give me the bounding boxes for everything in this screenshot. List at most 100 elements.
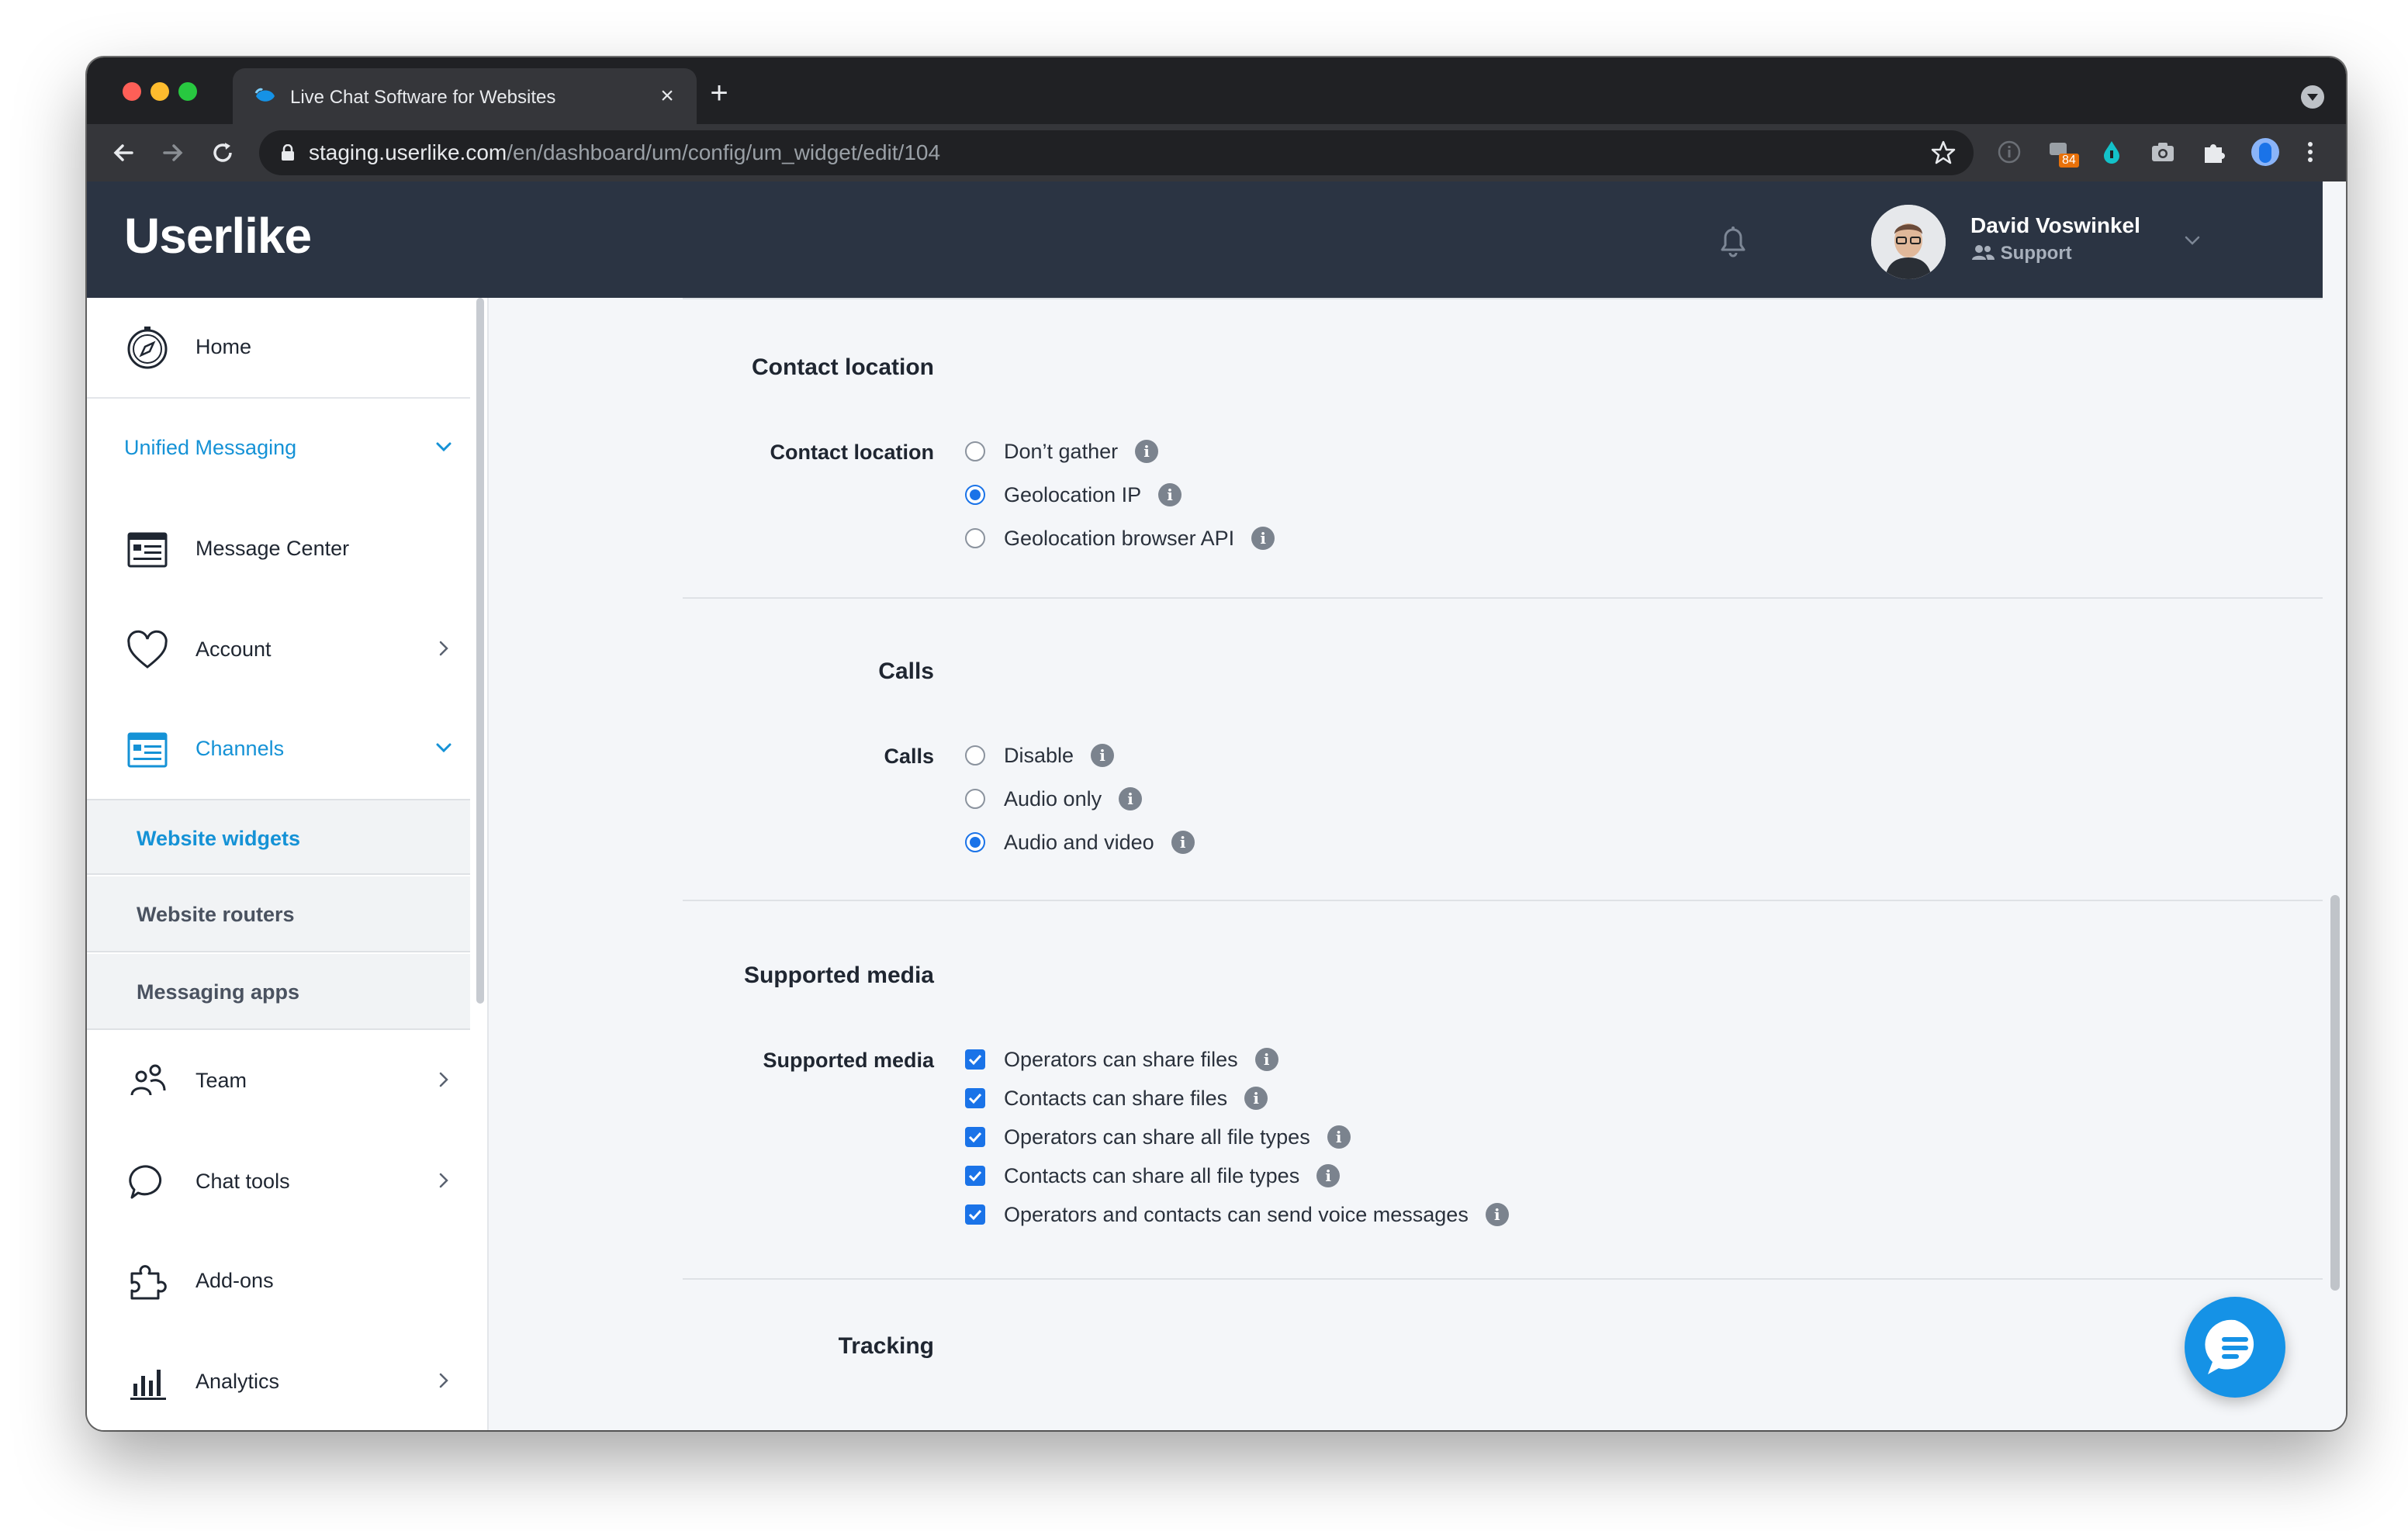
counter-extension-icon[interactable]: 84 <box>2046 138 2079 168</box>
sidebar-item-team[interactable]: Team <box>87 1032 470 1131</box>
user-menu-chevron-icon[interactable] <box>2181 230 2203 251</box>
option-label: Don’t gather <box>1004 440 1119 463</box>
chat-launcher-button[interactable] <box>2185 1297 2285 1398</box>
radio-button[interactable] <box>965 832 985 852</box>
sidebar-subitem-website-widgets[interactable]: Website widgets <box>87 799 470 875</box>
chevron-right-icon <box>439 1072 448 1087</box>
compass-icon <box>127 327 168 369</box>
sidebar-item-message-center[interactable]: Message Center <box>87 499 470 599</box>
checkbox-voice-messages[interactable]: Operators and contacts can send voice me… <box>965 1199 1509 1230</box>
back-icon[interactable] <box>109 138 138 168</box>
info-icon[interactable]: i <box>1251 527 1275 550</box>
sidebar-item-account[interactable]: Account <box>87 600 470 700</box>
radio-button[interactable] <box>965 745 985 766</box>
bookmark-star-icon[interactable] <box>1930 140 1956 166</box>
checkbox-contacts-share-files[interactable]: Contacts can share files i <box>965 1083 1268 1114</box>
sidebar-subitem-label: Messaging apps <box>137 980 300 1004</box>
info-icon[interactable]: i <box>1171 831 1195 854</box>
checkbox-operators-share-files[interactable]: Operators can share files i <box>965 1044 1278 1075</box>
checkbox[interactable] <box>965 1166 985 1186</box>
checkbox[interactable] <box>965 1088 985 1108</box>
radio-geolocation-browser-api[interactable]: Geolocation browser API i <box>965 523 1275 554</box>
radio-calls-disable[interactable]: Disable i <box>965 740 1115 771</box>
sidebar-item-home[interactable]: Home <box>87 298 470 397</box>
team-icon <box>130 1064 166 1096</box>
forward-icon[interactable] <box>158 138 188 168</box>
info-icon[interactable]: i <box>1485 1203 1509 1226</box>
section-title: Tracking <box>838 1333 934 1359</box>
sidebar-subitem-website-routers[interactable]: Website routers <box>87 876 470 952</box>
sidebar-item-addons[interactable]: Add-ons <box>87 1232 470 1331</box>
tab-search-icon[interactable] <box>2301 85 2324 109</box>
info-extension-icon[interactable] <box>1995 138 2023 166</box>
user-avatar[interactable] <box>1871 205 1946 279</box>
puzzle-icon <box>130 1265 167 1300</box>
chat-launcher-icon <box>2205 1319 2254 1374</box>
chevron-down-icon <box>436 442 452 452</box>
sidebar-scrollbar[interactable] <box>470 298 489 1430</box>
sidebar-item-label: Home <box>195 335 252 358</box>
info-icon[interactable]: i <box>1135 440 1159 463</box>
browser-window: Live Chat Software for Websites × + stag… <box>87 57 2346 1430</box>
url-text: staging.userlike.com/en/dashboard/um/con… <box>309 140 941 164</box>
app-header: Userlike David Voswinkel Support <box>87 181 2323 298</box>
sidebar-section-unified-messaging[interactable]: Unified Messaging <box>87 399 470 498</box>
info-icon[interactable]: i <box>1327 1125 1351 1149</box>
checkbox[interactable] <box>965 1049 985 1070</box>
reload-icon[interactable] <box>208 138 237 168</box>
info-icon[interactable]: i <box>1119 787 1143 810</box>
info-icon[interactable]: i <box>1091 744 1115 767</box>
radio-button[interactable] <box>965 528 985 548</box>
radio-geolocation-ip[interactable]: Geolocation IP i <box>965 479 1182 510</box>
sidebar-subitem-messaging-apps[interactable]: Messaging apps <box>87 954 470 1030</box>
sidebar-item-chat-tools[interactable]: Chat tools <box>87 1132 470 1232</box>
radio-dont-gather[interactable]: Don’t gather i <box>965 436 1159 467</box>
radio-button[interactable] <box>965 485 985 505</box>
bar-chart-icon <box>130 1370 166 1400</box>
close-tab-icon[interactable]: × <box>658 85 676 108</box>
section-title: Supported media <box>743 962 934 988</box>
option-label: Contacts can share files <box>1004 1087 1228 1110</box>
page-scrollbar[interactable] <box>2323 181 2346 1430</box>
radio-calls-audio-only[interactable]: Audio only i <box>965 783 1143 814</box>
info-icon[interactable]: i <box>1244 1087 1268 1110</box>
divider <box>683 1278 2343 1280</box>
radio-button[interactable] <box>965 441 985 461</box>
info-icon[interactable]: i <box>1254 1048 1278 1071</box>
page-scrollbar-thumb[interactable] <box>2330 895 2340 1291</box>
close-window-button[interactable] <box>123 82 141 101</box>
checkbox-operators-share-all-types[interactable]: Operators can share all file types i <box>965 1121 1351 1153</box>
maximize-window-button[interactable] <box>178 82 197 101</box>
field-label: Calls <box>884 745 934 768</box>
radio-calls-audio-and-video[interactable]: Audio and video i <box>965 827 1195 858</box>
new-tab-button[interactable]: + <box>706 78 732 109</box>
group-icon <box>1972 245 1995 260</box>
chevron-down-icon <box>436 743 452 753</box>
info-icon[interactable]: i <box>1158 483 1182 506</box>
checkbox-contacts-share-all-types[interactable]: Contacts can share all file types i <box>965 1160 1341 1191</box>
sidebar-item-label: Channels <box>195 737 285 760</box>
radio-button[interactable] <box>965 789 985 809</box>
section-title: Calls <box>878 658 934 684</box>
sidebar-item-label: Account <box>195 638 272 661</box>
info-icon[interactable]: i <box>1316 1164 1341 1187</box>
extensions-puzzle-icon[interactable] <box>2200 138 2228 166</box>
droplet-extension-icon[interactable] <box>2098 138 2126 166</box>
sidebar-item-channels[interactable]: Channels <box>87 700 470 799</box>
sidebar-item-label: Chat tools <box>195 1170 290 1193</box>
address-bar[interactable]: staging.userlike.com/en/dashboard/um/con… <box>259 130 1974 175</box>
chevron-right-icon <box>439 1373 448 1388</box>
browser-tab[interactable]: Live Chat Software for Websites × <box>233 68 697 124</box>
option-label: Geolocation browser API <box>1004 527 1235 550</box>
minimize-window-button[interactable] <box>150 82 169 101</box>
browser-menu-icon[interactable] <box>2302 138 2318 166</box>
notifications-bell-icon[interactable] <box>1711 219 1755 262</box>
chevron-right-icon <box>439 641 448 656</box>
userlike-logo[interactable]: Userlike <box>124 205 312 267</box>
checkbox[interactable] <box>965 1204 985 1225</box>
sidebar-item-analytics[interactable]: Analytics <box>87 1332 470 1430</box>
camera-extension-icon[interactable] <box>2149 138 2177 166</box>
profile-avatar-icon[interactable] <box>2251 138 2279 166</box>
sidebar-scrollbar-thumb[interactable] <box>476 298 484 1004</box>
checkbox[interactable] <box>965 1127 985 1147</box>
